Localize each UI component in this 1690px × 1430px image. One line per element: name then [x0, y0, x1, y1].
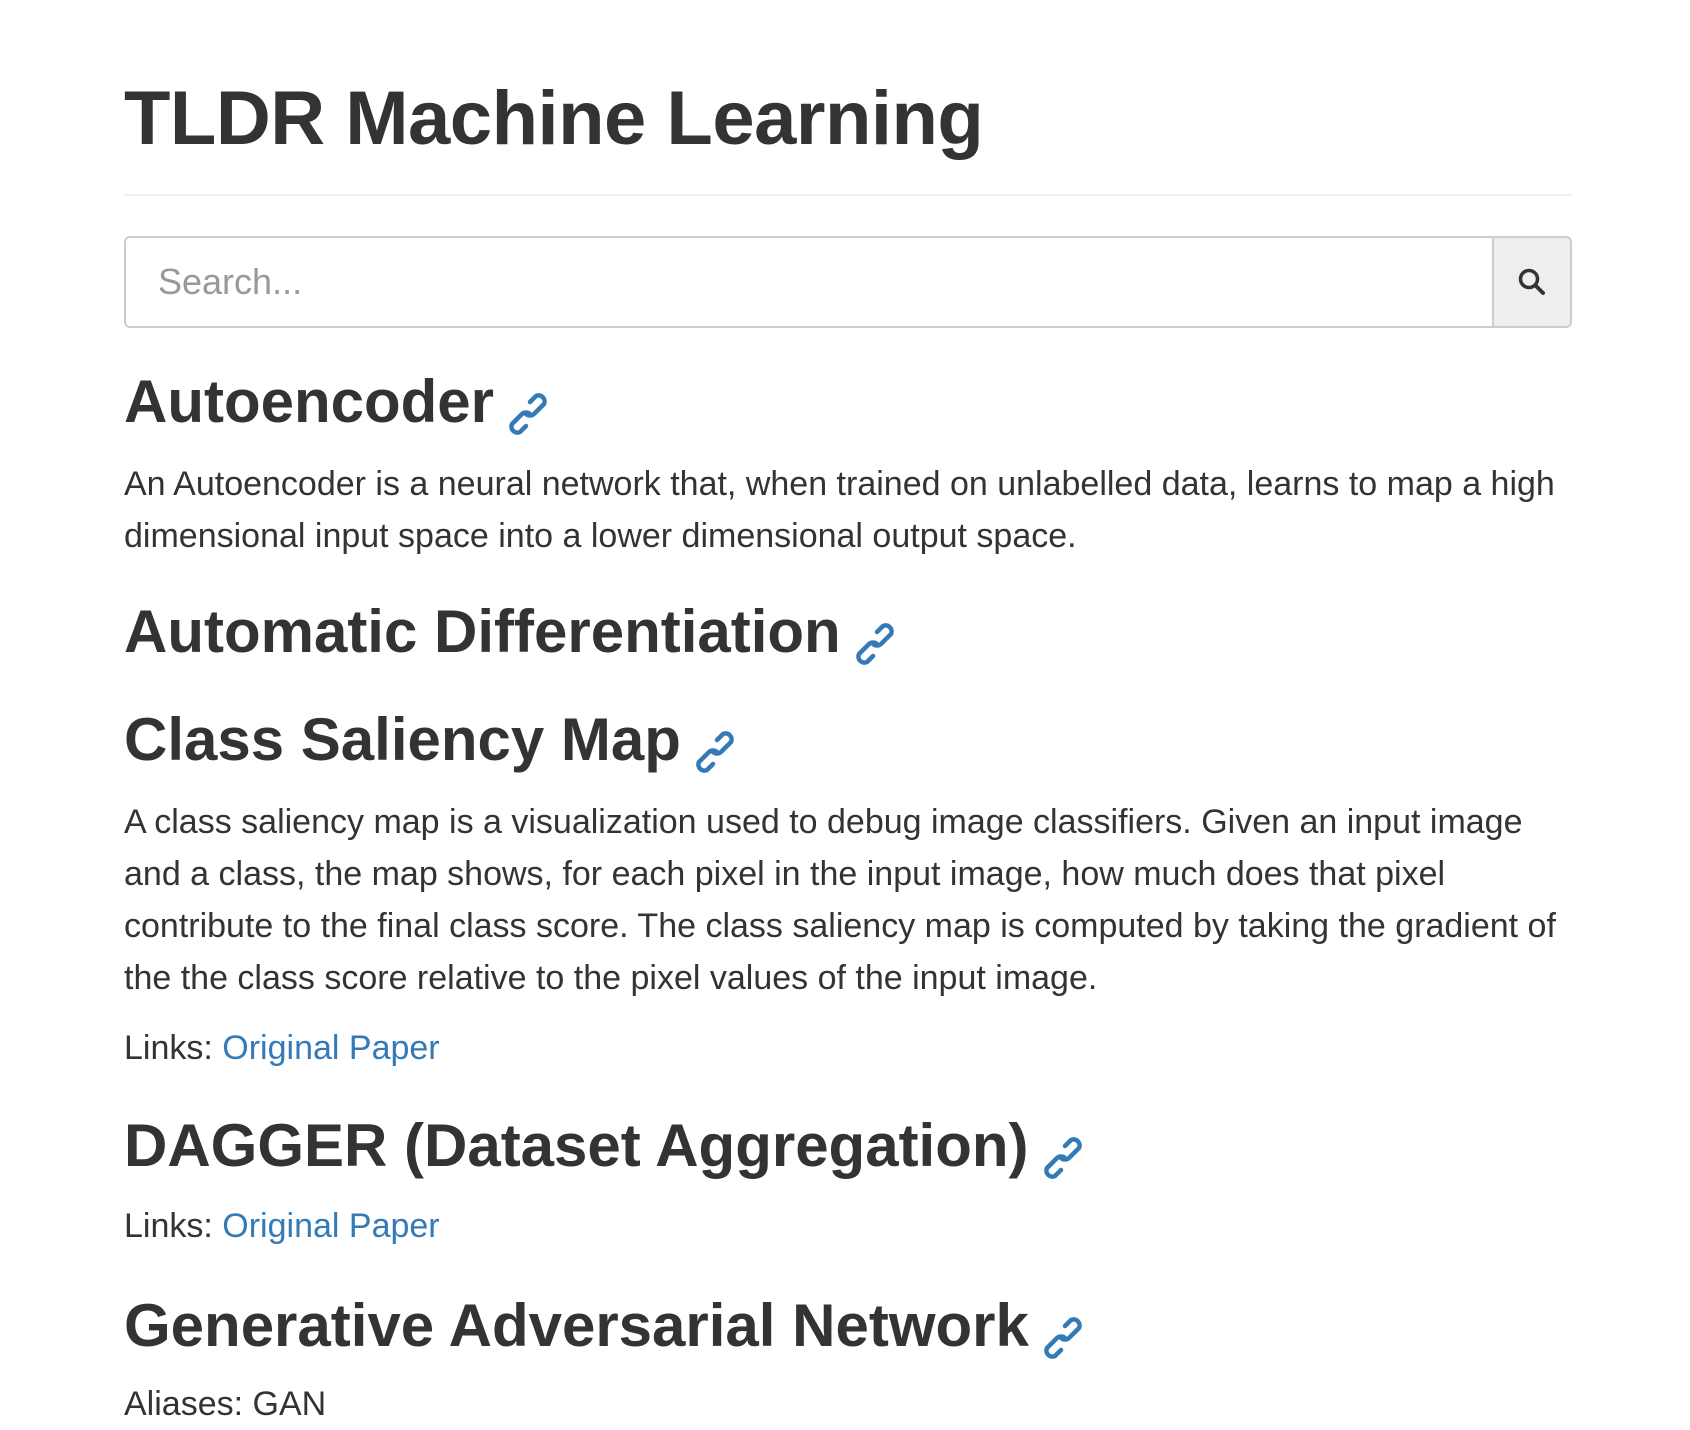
title-divider	[124, 194, 1572, 196]
link-icon	[855, 623, 894, 665]
links-label: Links:	[124, 1029, 213, 1067]
entry-anchor-link[interactable]	[508, 380, 548, 435]
links-label: Links:	[124, 1207, 213, 1245]
entry-description: An Autoencoder is a neural network that,…	[124, 465, 1555, 555]
search-input[interactable]	[124, 236, 1492, 328]
entry-title-dagger: DAGGER (Dataset Aggregation)	[124, 1110, 1083, 1182]
original-paper-link[interactable]: Original Paper	[222, 1029, 439, 1067]
entry-title-automatic-differentiation: Automatic Differentiation	[124, 596, 895, 668]
entry-links: Links: Original Paper	[124, 1200, 440, 1252]
entry-anchor-link[interactable]	[695, 718, 735, 773]
search-icon	[1518, 268, 1545, 295]
original-paper-link[interactable]: Original Paper	[222, 1207, 439, 1245]
search-bar	[124, 236, 1572, 328]
link-icon	[1043, 1137, 1082, 1179]
entry-title-text: Class Saliency Map	[124, 706, 681, 773]
search-button[interactable]	[1492, 236, 1572, 328]
entry-anchor-link[interactable]	[855, 610, 895, 665]
link-icon	[509, 393, 547, 435]
entry-links: Links: Original Paper	[124, 1022, 440, 1074]
entry-description: A class saliency map is a visualization …	[124, 803, 1556, 997]
entry-title-text: Autoencoder	[124, 368, 495, 435]
link-icon	[696, 731, 734, 773]
page-title: TLDR Machine Learning	[124, 76, 984, 161]
entry-title-text: Automatic Differentiation	[124, 598, 841, 665]
entry-aliases: Aliases: GAN	[124, 1385, 327, 1423]
entry-title-text: Generative Adversarial Network	[124, 1292, 1029, 1359]
entry-anchor-link[interactable]	[1043, 1124, 1083, 1179]
entry-title-autoencoder: Autoencoder	[124, 366, 548, 438]
entry-anchor-link[interactable]	[1043, 1304, 1083, 1359]
entry-title-gan: Generative Adversarial Network	[124, 1290, 1083, 1362]
link-icon	[1044, 1317, 1082, 1359]
entry-title-class-saliency-map: Class Saliency Map	[124, 704, 735, 776]
entry-title-text: DAGGER (Dataset Aggregation)	[124, 1112, 1029, 1179]
